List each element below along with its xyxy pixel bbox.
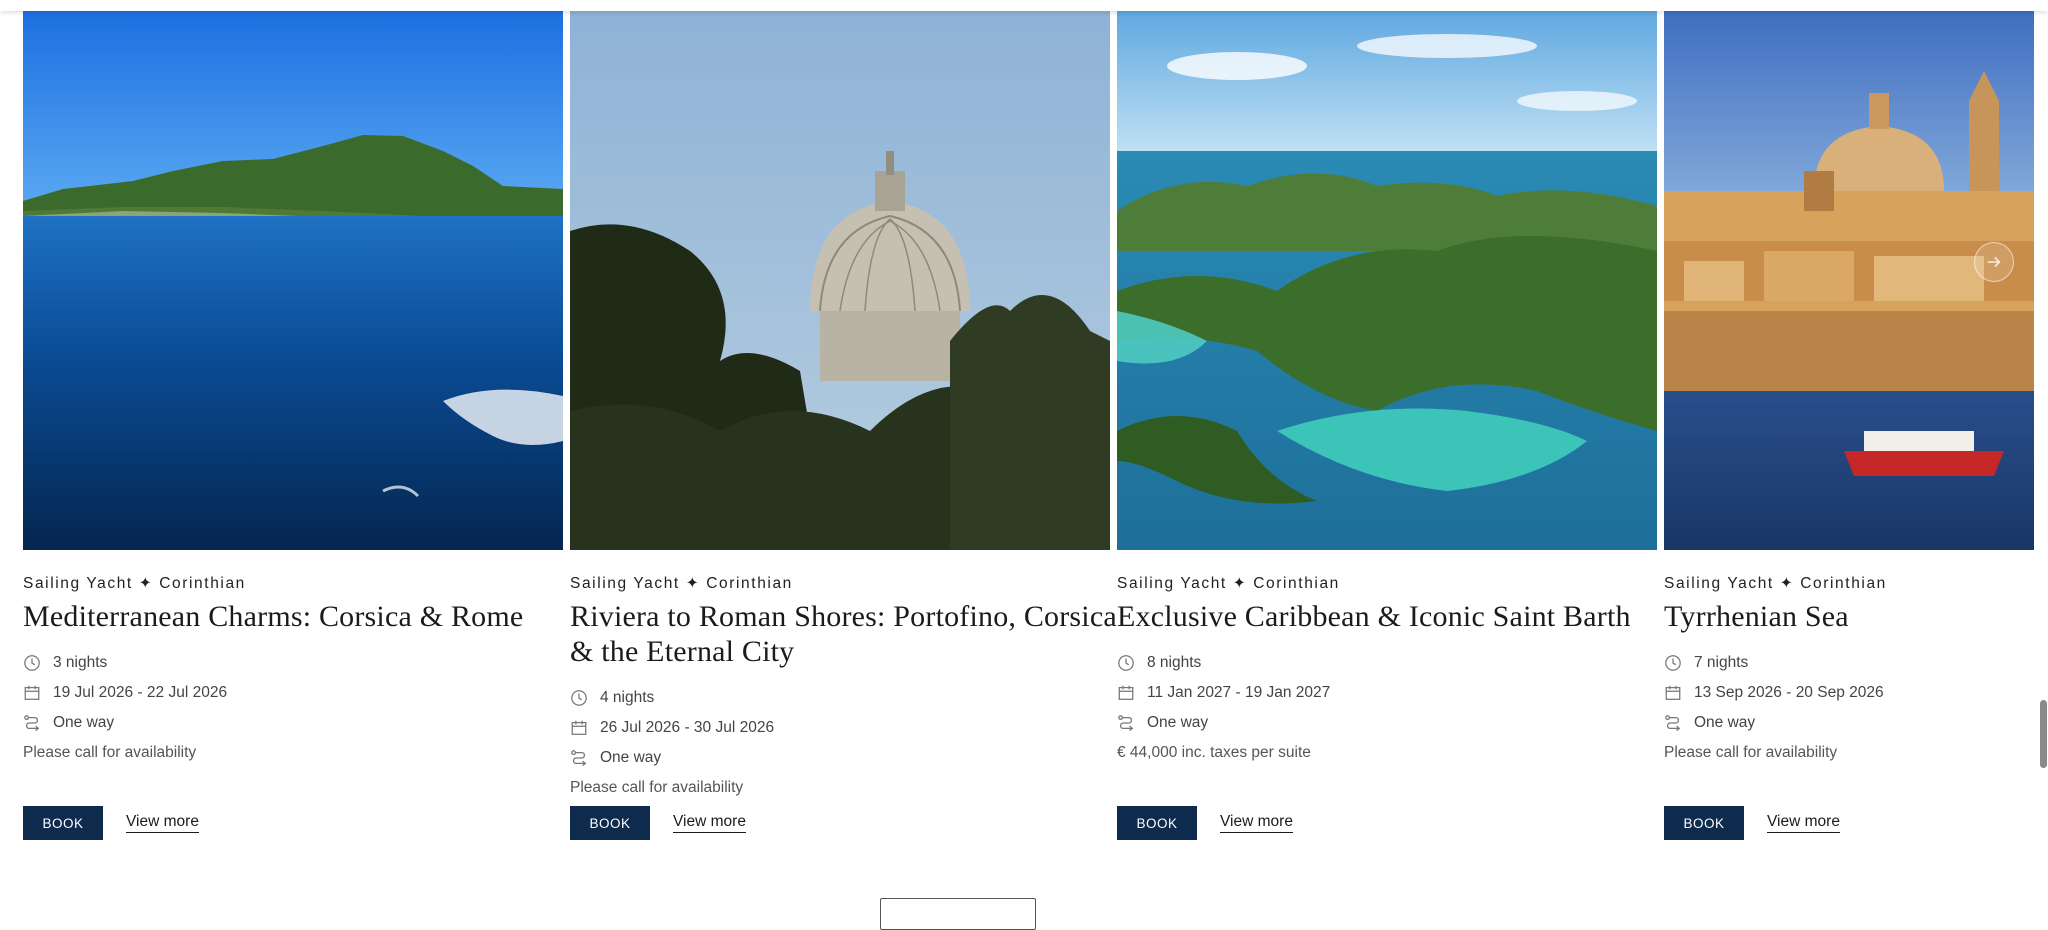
- top-header-bar: [0, 0, 2048, 11]
- duration-row: 3 nights: [23, 648, 583, 678]
- clock-icon: [1664, 654, 1682, 672]
- ship-name: Sailing Yacht ✦ Corinthian: [23, 575, 246, 592]
- route-row: One way: [570, 743, 1130, 773]
- view-more-link[interactable]: View more: [1220, 813, 1293, 833]
- cruise-image-valletta[interactable]: [1664, 11, 2034, 550]
- route-text: One way: [600, 749, 662, 766]
- cruise-title[interactable]: Mediterranean Charms: Corsica & Rome: [23, 599, 583, 634]
- clock-icon: [570, 689, 588, 707]
- cruise-card-4: Sailing Yacht ✦ Corinthian Tyrrhenian Se…: [1664, 11, 2034, 840]
- cruise-title[interactable]: Riviera to Roman Shores: Portofino, Cors…: [570, 599, 1130, 669]
- cruise-image-corsica[interactable]: [23, 11, 563, 550]
- cruise-title[interactable]: Tyrrhenian Sea: [1664, 599, 2034, 634]
- price-text: € 44,000 inc. taxes per suite: [1117, 744, 1311, 761]
- view-more-link[interactable]: View more: [673, 813, 746, 833]
- duration-row: 4 nights: [570, 683, 1130, 713]
- ship-name: Sailing Yacht ✦ Corinthian: [1664, 575, 1887, 592]
- duration-text: 4 nights: [600, 689, 655, 706]
- clock-icon: [1117, 654, 1135, 672]
- ship-name: Sailing Yacht ✦ Corinthian: [570, 575, 793, 592]
- page-scrollbar[interactable]: [2040, 700, 2047, 768]
- book-button[interactable]: BOOK: [1664, 806, 1744, 840]
- dates-row: 26 Jul 2026 - 30 Jul 2026: [570, 713, 1130, 743]
- dates-row: 19 Jul 2026 - 22 Jul 2026: [23, 678, 583, 708]
- dates-row: 11 Jan 2027 - 19 Jan 2027: [1117, 678, 1677, 708]
- route-row: One way: [1117, 708, 1677, 738]
- calendar-icon: [1664, 684, 1682, 702]
- dates-text: 26 Jul 2026 - 30 Jul 2026: [600, 719, 775, 736]
- duration-row: 7 nights: [1664, 648, 2034, 678]
- route-icon: [1664, 714, 1682, 732]
- view-more-link[interactable]: View more: [1767, 813, 1840, 833]
- route-text: One way: [1147, 714, 1209, 731]
- book-button[interactable]: BOOK: [23, 806, 103, 840]
- price-text: Please call for availability: [23, 744, 197, 761]
- book-button[interactable]: BOOK: [1117, 806, 1197, 840]
- carousel-next-button[interactable]: [1974, 242, 2014, 282]
- arrow-right-icon: [1985, 253, 2003, 271]
- calendar-icon: [1117, 684, 1135, 702]
- book-button[interactable]: BOOK: [570, 806, 650, 840]
- dates-row: 13 Sep 2026 - 20 Sep 2026: [1664, 678, 2034, 708]
- route-icon: [570, 749, 588, 767]
- dates-text: 13 Sep 2026 - 20 Sep 2026: [1694, 684, 1884, 701]
- load-more-button[interactable]: [880, 898, 1036, 930]
- view-more-link[interactable]: View more: [126, 813, 199, 833]
- cruise-title[interactable]: Exclusive Caribbean & Iconic Saint Barth: [1117, 599, 1677, 634]
- cruise-card-3: Sailing Yacht ✦ Corinthian Exclusive Car…: [1117, 11, 1657, 840]
- clock-icon: [23, 654, 41, 672]
- cruise-image-rome[interactable]: [570, 11, 1110, 550]
- duration-row: 8 nights: [1117, 648, 1677, 678]
- cruise-card-2: Sailing Yacht ✦ Corinthian Riviera to Ro…: [570, 11, 1117, 840]
- calendar-icon: [23, 684, 41, 702]
- price-text: Please call for availability: [1664, 744, 1838, 761]
- route-icon: [23, 714, 41, 732]
- dates-text: 11 Jan 2027 - 19 Jan 2027: [1147, 684, 1331, 701]
- dates-text: 19 Jul 2026 - 22 Jul 2026: [53, 684, 228, 701]
- route-icon: [1117, 714, 1135, 732]
- route-row: One way: [23, 708, 583, 738]
- cruise-image-saint-barth[interactable]: [1117, 11, 1657, 550]
- duration-text: 8 nights: [1147, 654, 1202, 671]
- price-text: Please call for availability: [570, 779, 744, 796]
- route-text: One way: [53, 714, 115, 731]
- calendar-icon: [570, 719, 588, 737]
- duration-text: 7 nights: [1694, 654, 1749, 671]
- route-row: One way: [1664, 708, 2034, 738]
- cruise-card-1: Sailing Yacht ✦ Corinthian Mediterranean…: [23, 11, 563, 840]
- ship-name: Sailing Yacht ✦ Corinthian: [1117, 575, 1340, 592]
- route-text: One way: [1694, 714, 1756, 731]
- duration-text: 3 nights: [53, 654, 108, 671]
